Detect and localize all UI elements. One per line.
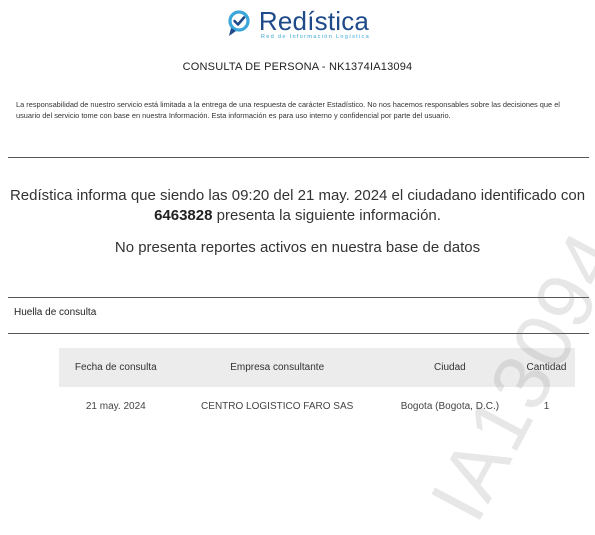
disclaimer-text: La responsabilidad de nuestro servicio e… xyxy=(16,100,560,120)
divider xyxy=(8,297,589,298)
statement-suffix: presenta la siguiente información. xyxy=(216,207,441,224)
column-header-fecha: Fecha de consulta xyxy=(59,348,173,387)
no-reports-message: No presenta reportes activos en nuestra … xyxy=(114,239,481,256)
table-row: 21 may. 2024 CENTRO LOGISTICO FARO SAS B… xyxy=(59,387,575,426)
logo-name: Redística xyxy=(258,5,370,36)
cell-cantidad: 1 xyxy=(543,401,550,412)
cell-ciudad: Bogota (Bogota, D.C.) xyxy=(400,401,500,412)
statement: Redística informa que siendo las 09:20 d… xyxy=(0,186,595,226)
location-pin-check-icon xyxy=(228,10,250,36)
column-header-cantidad: Cantidad xyxy=(517,348,575,387)
logo-tagline: Red de Información Logística xyxy=(260,33,371,40)
statement-prefix: Redística informa que siendo las 09:20 d… xyxy=(9,187,586,204)
page-title: CONSULTA DE PERSONA - NK1374IA13094 xyxy=(182,61,413,73)
column-header-empresa: Empresa consultante xyxy=(172,348,382,387)
consultation-table: Fecha de consulta Empresa consultante Ci… xyxy=(59,348,575,426)
id-number: 6463828 xyxy=(154,207,213,224)
column-header-ciudad: Ciudad xyxy=(381,348,518,387)
logo: Redística Red de Información Logística xyxy=(225,8,370,41)
divider xyxy=(8,157,589,158)
section-label: Huella de consulta xyxy=(14,307,97,318)
cell-fecha: 21 may. 2024 xyxy=(85,401,146,412)
header-logo: Redística Red de Información Logística xyxy=(0,6,595,42)
divider xyxy=(8,333,589,334)
cell-empresa: CENTRO LOGISTICO FARO SAS xyxy=(201,401,354,412)
table-header-row: Fecha de consulta Empresa consultante Ci… xyxy=(59,348,575,387)
